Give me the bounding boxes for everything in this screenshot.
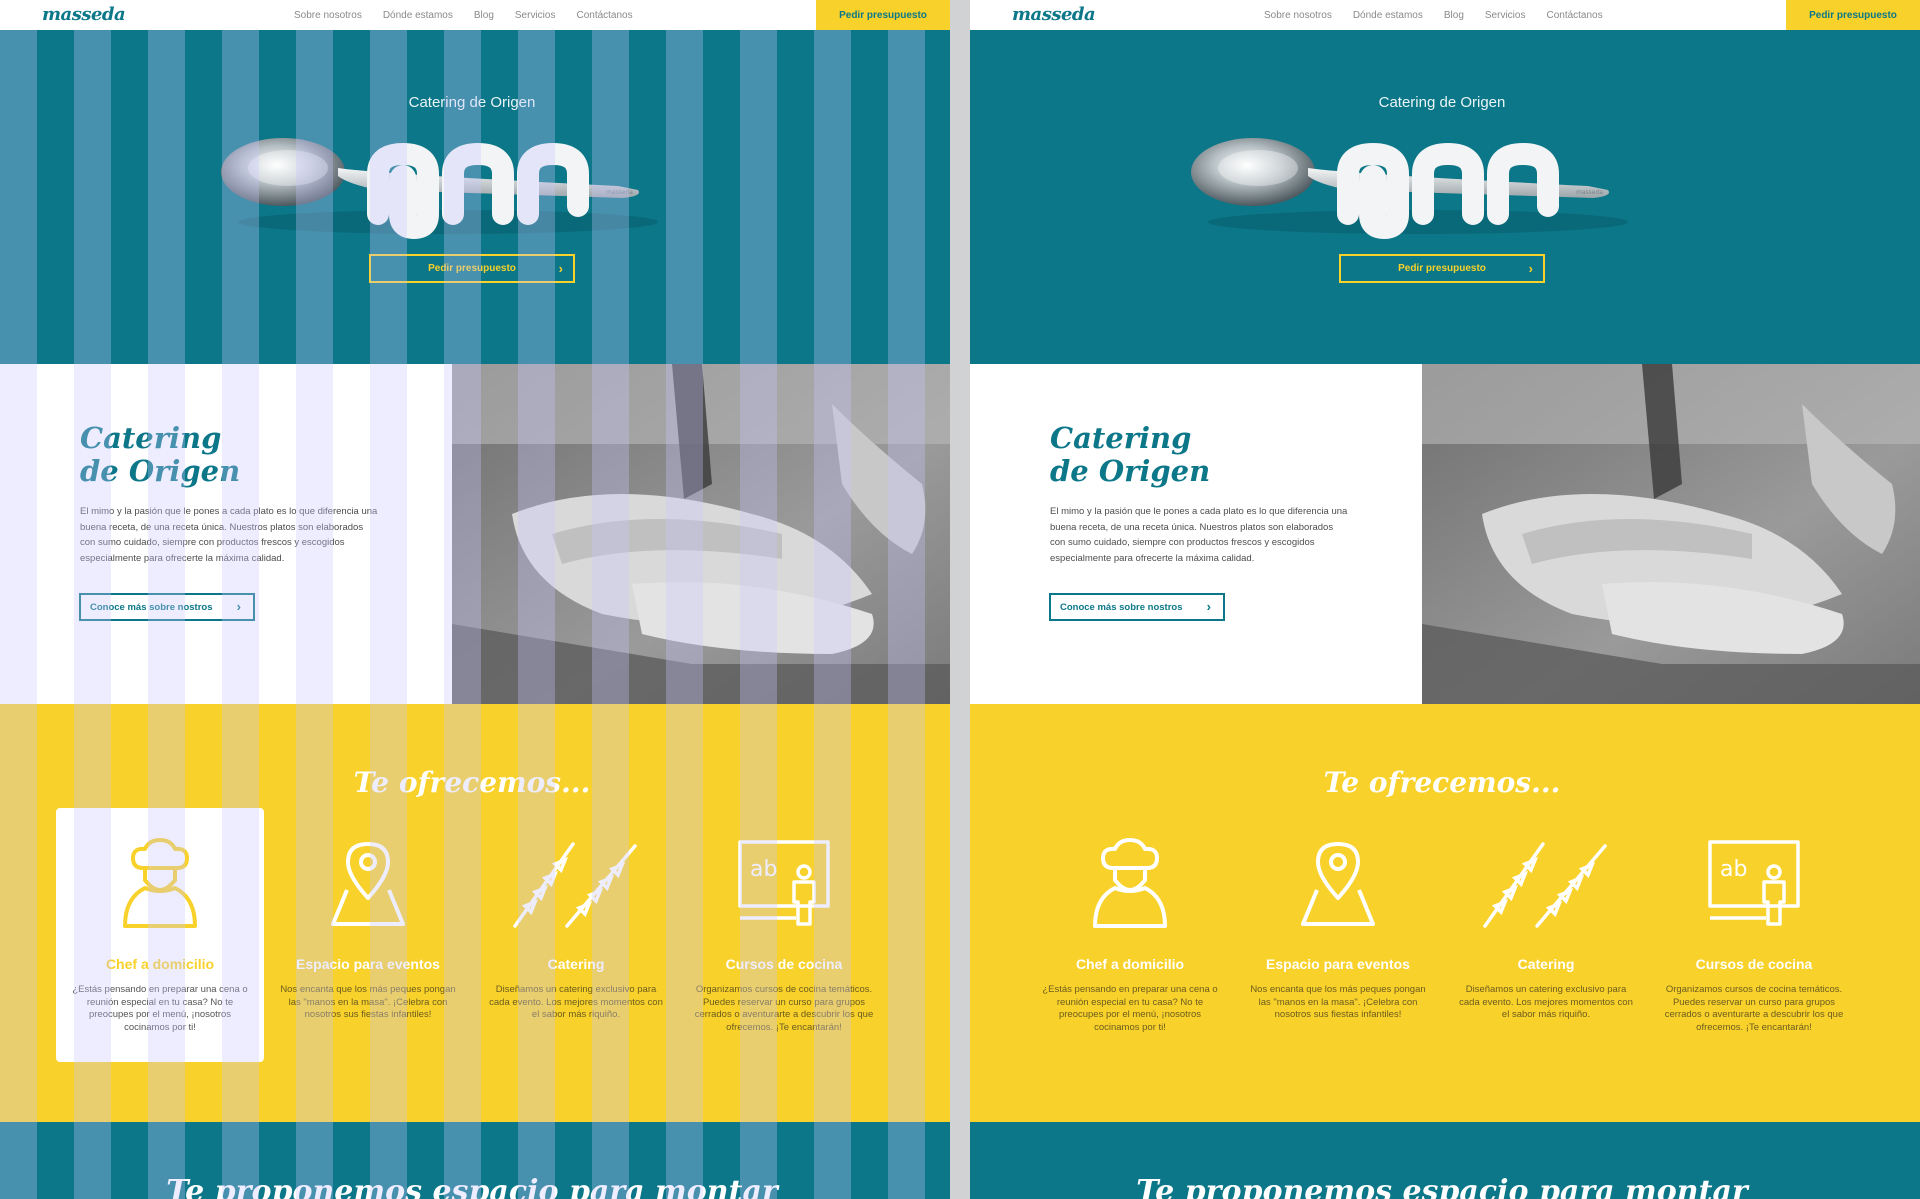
service-card-cursos[interactable]: ab Cursos de cocina Organizamos cursos d… xyxy=(1650,808,1858,1062)
spoon-logo-image: masseda xyxy=(221,138,658,240)
blackboard-icon: ab xyxy=(738,840,830,926)
panel-divider xyxy=(950,0,970,1199)
about-heading-line-2: de Origen xyxy=(1050,454,1211,488)
about-section: Catering de Origen El mimo y la pasión q… xyxy=(970,364,1920,704)
bottom-title: Te proponemos espacio para montar xyxy=(1136,1174,1748,1199)
about-section: Catering de Origen El mimo y la pasión q… xyxy=(0,364,950,704)
about-text: El mimo y la pasión que le pones a cada … xyxy=(80,506,378,564)
about-more-button[interactable]: Conoce más sobre nostros › xyxy=(1049,593,1225,621)
service-desc: Diseñamos un catering exclusivo para cad… xyxy=(489,984,663,1020)
svg-text:ab: ab xyxy=(750,857,777,882)
about-more-button[interactable]: Conoce más sobre nostros › xyxy=(79,593,255,621)
nav-links: Sobre nosotros Dónde estamos Blog Servic… xyxy=(1264,10,1624,21)
about-heading: Catering de Origen xyxy=(80,422,240,488)
spoon-logo-image: masseda xyxy=(1191,138,1628,240)
service-name: Espacio para eventos xyxy=(1266,956,1410,972)
chevron-right-icon: › xyxy=(1528,261,1533,276)
spoon-engraving: masseda xyxy=(606,189,633,196)
map-pin-icon xyxy=(1301,842,1375,926)
logo[interactable]: masseda xyxy=(1012,4,1096,25)
bottom-section: Te proponemos espacio para montar xyxy=(0,1122,950,1199)
dough-hands-photo xyxy=(1422,364,1920,704)
service-desc: ¿Estás pensando en preparar una cena o r… xyxy=(72,984,248,1033)
nav-link-contactanos[interactable]: Contáctanos xyxy=(576,10,632,21)
hero-quote-button[interactable]: Pedir presupuesto › xyxy=(369,254,575,283)
service-desc: Organizamos cursos de cocina temáticos. … xyxy=(1664,984,1844,1033)
page-preview: masseda Sobre nosotros Dónde estamos Blo… xyxy=(970,0,1920,1199)
nav-link-sobre-nosotros[interactable]: Sobre nosotros xyxy=(294,10,362,21)
bottom-section: Te proponemos espacio para montar xyxy=(970,1122,1920,1199)
chevron-right-icon: › xyxy=(558,261,563,276)
service-desc: ¿Estás pensando en preparar una cena o r… xyxy=(1042,984,1218,1033)
about-heading-line-1: Catering xyxy=(1050,421,1192,455)
logo[interactable]: masseda xyxy=(42,4,126,25)
about-heading: Catering de Origen xyxy=(1050,422,1210,488)
map-pin-icon xyxy=(331,842,405,926)
nav-link-servicios[interactable]: Servicios xyxy=(1485,10,1526,21)
service-card-cursos[interactable]: ab Cursos de cocina Organizamos cursos d… xyxy=(680,808,888,1062)
services-title: Te ofrecemos... xyxy=(1323,766,1561,799)
service-card-espacio[interactable]: Espacio para eventos Nos encanta que los… xyxy=(264,808,472,1062)
chevron-right-icon: › xyxy=(236,599,241,614)
chevron-right-icon: › xyxy=(1206,599,1211,614)
services-section: Te ofrecemos... Chef a domicilio ¿Estás … xyxy=(0,704,950,1122)
hero-quote-button[interactable]: Pedir presupuesto › xyxy=(1339,254,1545,283)
service-card-catering[interactable]: Catering Diseñamos un catering exclusivo… xyxy=(472,808,680,1062)
service-name: Cursos de cocina xyxy=(1695,956,1813,972)
service-card-chef[interactable]: Chef a domicilio ¿Estás pensando en prep… xyxy=(56,808,264,1062)
nav-link-donde-estamos[interactable]: Dónde estamos xyxy=(383,10,453,21)
skewers-icon xyxy=(513,842,637,928)
service-name: Catering xyxy=(547,956,605,972)
nav-quote-button[interactable]: Pedir presupuesto xyxy=(816,0,950,30)
top-nav: masseda Sobre nosotros Dónde estamos Blo… xyxy=(970,0,1920,31)
services-title: Te ofrecemos... xyxy=(353,766,591,799)
nav-link-donde-estamos[interactable]: Dónde estamos xyxy=(1353,10,1423,21)
about-more-button-label: Conoce más sobre nostros xyxy=(90,601,213,613)
about-more-button-label: Conoce más sobre nostros xyxy=(1060,601,1183,613)
service-name: Chef a domicilio xyxy=(105,956,215,972)
svg-text:ab: ab xyxy=(1720,857,1747,882)
hero-title: Catering de Origen xyxy=(1378,94,1506,111)
skewers-icon xyxy=(1483,842,1607,928)
services-section: Te ofrecemos... Chef a domicilio ¿Estás … xyxy=(970,704,1920,1122)
nav-link-servicios[interactable]: Servicios xyxy=(515,10,556,21)
chef-icon xyxy=(1093,838,1167,928)
nav-link-blog[interactable]: Blog xyxy=(1444,10,1464,21)
about-text: El mimo y la pasión que le pones a cada … xyxy=(1050,506,1348,564)
nav-links: Sobre nosotros Dónde estamos Blog Servic… xyxy=(294,10,654,21)
hero-title: Catering de Origen xyxy=(408,94,536,111)
service-card-catering[interactable]: Catering Diseñamos un catering exclusivo… xyxy=(1442,808,1650,1062)
spoon-engraving: masseda xyxy=(1576,189,1603,196)
bottom-title: Te proponemos espacio para montar xyxy=(166,1174,778,1199)
nav-link-contactanos[interactable]: Contáctanos xyxy=(1546,10,1602,21)
blackboard-icon: ab xyxy=(1708,840,1800,926)
dough-hands-photo xyxy=(452,364,950,704)
about-heading-line-2: de Origen xyxy=(80,454,241,488)
service-desc: Nos encanta que los más peques pongan la… xyxy=(1250,984,1426,1020)
hero-section: Catering de Origen masseda Pedir presupu… xyxy=(0,30,950,364)
service-desc: Organizamos cursos de cocina temáticos. … xyxy=(694,984,874,1033)
service-card-espacio[interactable]: Espacio para eventos Nos encanta que los… xyxy=(1234,808,1442,1062)
about-heading-line-1: Catering xyxy=(80,421,222,455)
service-name: Chef a domicilio xyxy=(1075,956,1185,972)
service-card-chef[interactable]: Chef a domicilio ¿Estás pensando en prep… xyxy=(1026,808,1234,1062)
chef-icon xyxy=(123,838,197,928)
hero-quote-button-label: Pedir presupuesto xyxy=(428,263,516,274)
nav-quote-button[interactable]: Pedir presupuesto xyxy=(1786,0,1920,30)
service-name: Catering xyxy=(1517,956,1575,972)
nav-link-sobre-nosotros[interactable]: Sobre nosotros xyxy=(1264,10,1332,21)
nav-link-blog[interactable]: Blog xyxy=(474,10,494,21)
service-name: Espacio para eventos xyxy=(296,956,440,972)
top-nav: masseda Sobre nosotros Dónde estamos Blo… xyxy=(0,0,950,31)
page-preview-with-grid: masseda Sobre nosotros Dónde estamos Blo… xyxy=(0,0,950,1199)
service-name: Cursos de cocina xyxy=(725,956,843,972)
hero-section: Catering de Origen masseda Pedir presupu… xyxy=(970,30,1920,364)
service-desc: Nos encanta que los más peques pongan la… xyxy=(280,984,456,1020)
service-desc: Diseñamos un catering exclusivo para cad… xyxy=(1459,984,1633,1020)
hero-quote-button-label: Pedir presupuesto xyxy=(1398,263,1486,274)
